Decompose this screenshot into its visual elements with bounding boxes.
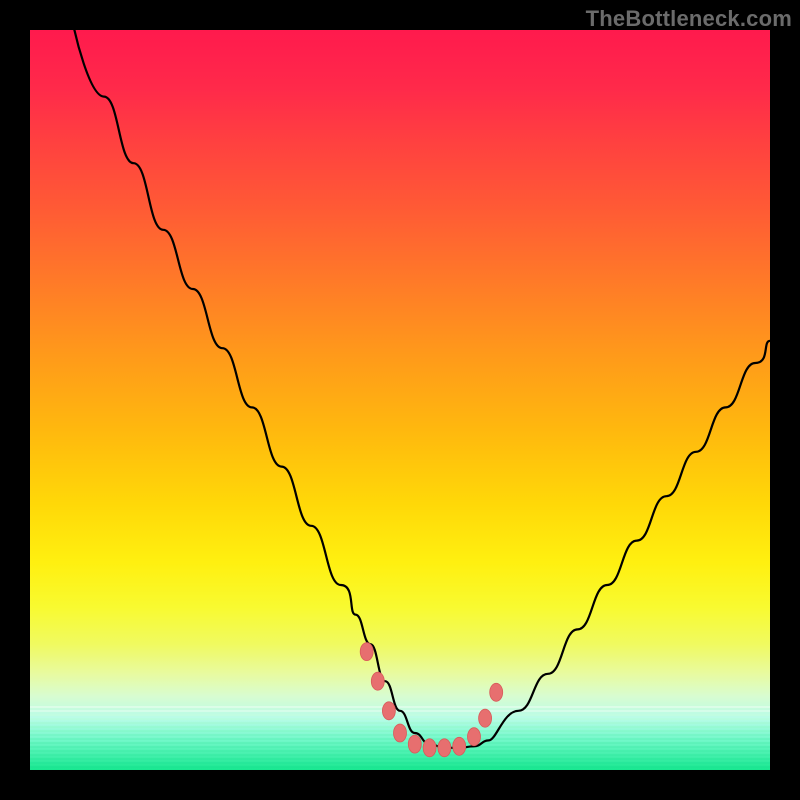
curve-marker bbox=[479, 709, 492, 727]
curve-marker bbox=[438, 739, 451, 757]
watermark-text: TheBottleneck.com bbox=[586, 6, 792, 32]
chart-frame: TheBottleneck.com bbox=[0, 0, 800, 800]
curve-marker bbox=[394, 724, 407, 742]
curve-marker bbox=[423, 739, 436, 757]
curve-marker bbox=[360, 643, 373, 661]
curve-marker bbox=[490, 683, 503, 701]
plot-area bbox=[30, 30, 770, 770]
curve-marker bbox=[408, 735, 421, 753]
curve-markers bbox=[360, 643, 503, 757]
curve-marker bbox=[371, 672, 384, 690]
curve-marker bbox=[382, 702, 395, 720]
bottleneck-curve bbox=[30, 30, 770, 770]
curve-marker bbox=[453, 737, 466, 755]
curve-marker bbox=[468, 728, 481, 746]
